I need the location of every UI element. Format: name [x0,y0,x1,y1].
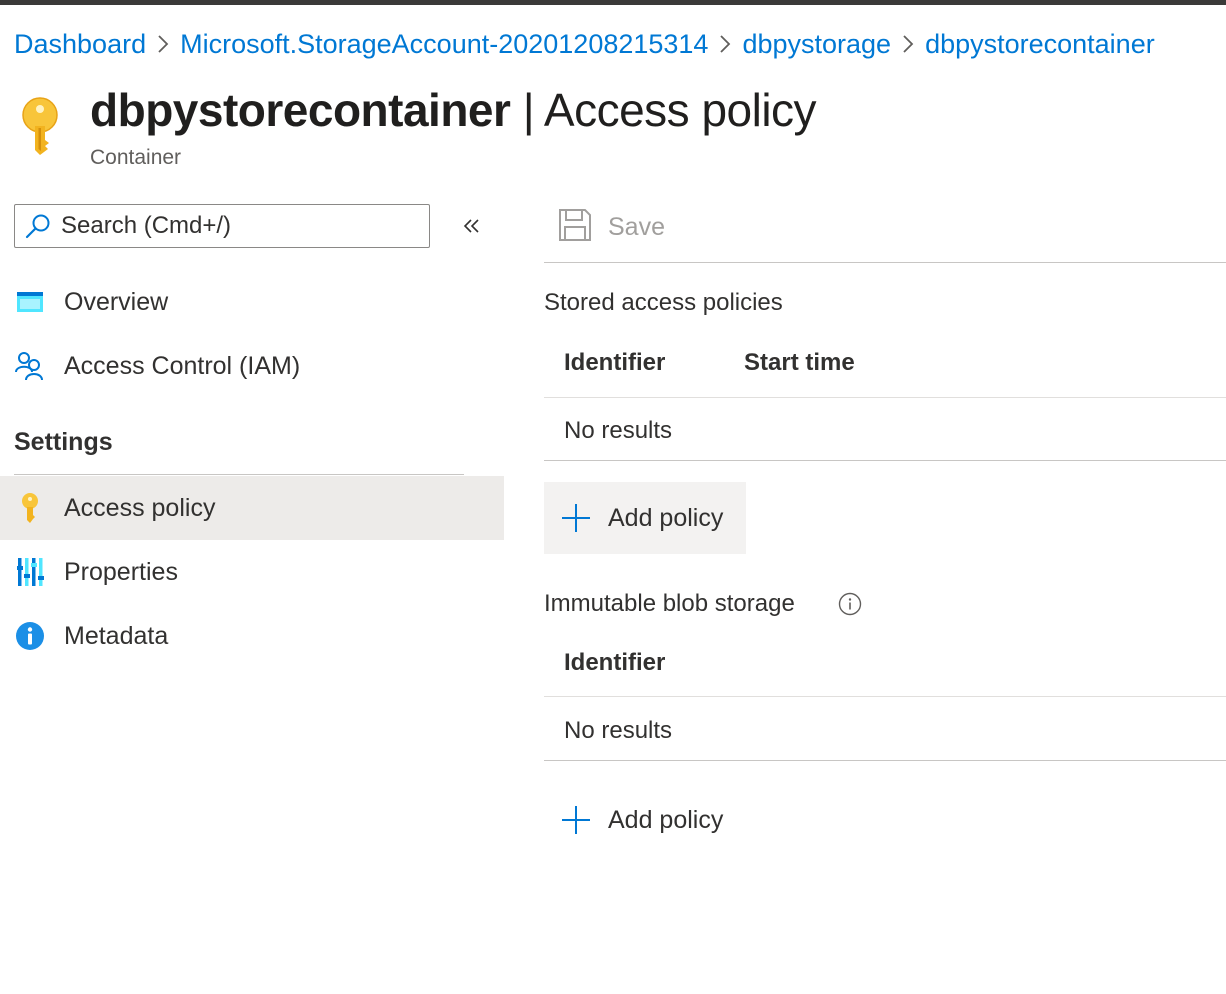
divider [14,474,464,475]
empty-results-text: No results [564,717,673,744]
sidebar-item-label: Access Control (IAM) [64,351,301,380]
stored-access-policies-title: Stored access policies [544,289,783,316]
sidebar-section-settings: Settings [14,428,113,456]
divider [544,460,1226,461]
divider [544,262,1226,263]
page-title-separator: | [510,84,544,136]
people-icon [14,350,46,382]
sidebar-item-label: Access policy [64,493,216,522]
search-box[interactable] [14,204,430,248]
chevron-right-icon [146,27,180,61]
column-header-identifier[interactable]: Identifier [564,349,665,377]
double-chevron-left-icon [462,216,482,241]
plus-icon [560,502,592,534]
divider [544,760,1226,761]
column-header-identifier[interactable]: Identifier [564,649,665,677]
plus-icon [560,804,592,836]
page-title-resource: dbpystorecontainer [90,84,511,136]
key-icon [20,96,60,156]
info-icon[interactable] [838,592,862,616]
save-button[interactable]: Save [558,207,665,247]
key-icon [14,492,46,524]
sidebar-item-label: Metadata [64,621,169,650]
breadcrumb: Dashboard Microsoft.StorageAccount-20201… [14,27,1155,61]
top-border [0,0,1226,5]
breadcrumb-storage-account[interactable]: dbpystorage [742,29,891,60]
add-stored-policy-button[interactable]: Add policy [544,482,746,554]
sidebar-item-label: Overview [64,287,169,316]
info-icon [14,620,46,652]
properties-icon [14,556,46,588]
page-title-blade: Access policy [543,84,817,136]
column-header-start-time[interactable]: Start time [744,349,855,377]
save-label: Save [608,212,665,241]
chevron-right-icon [708,27,742,61]
breadcrumb-storage-account-deployment[interactable]: Microsoft.StorageAccount-20201208215314 [180,29,708,60]
search-input[interactable] [61,212,401,240]
breadcrumb-container[interactable]: dbpystorecontainer [925,29,1155,60]
add-policy-label: Add policy [608,805,724,834]
search-icon [25,213,51,239]
save-icon [558,208,592,247]
chevron-right-icon [891,27,925,61]
sidebar-item-properties[interactable]: Properties [0,540,504,604]
breadcrumb-dashboard[interactable]: Dashboard [14,29,146,60]
add-policy-label: Add policy [608,503,724,532]
sidebar-item-access-control[interactable]: Access Control (IAM) [0,334,504,398]
sidebar-item-overview[interactable]: Overview [0,270,504,334]
page-subtitle: Container [90,146,182,169]
sidebar-item-label: Properties [64,557,178,586]
immutable-blob-storage-title: Immutable blob storage [544,590,795,617]
add-immutable-policy-button[interactable]: Add policy [544,784,746,856]
page-title: dbpystorecontainer | Access policy [90,80,817,140]
divider [544,397,1226,398]
divider [544,696,1226,697]
empty-results-text: No results [564,417,673,444]
sidebar-item-metadata[interactable]: Metadata [0,604,504,668]
overview-icon [14,286,46,318]
sidebar-item-access-policy[interactable]: Access policy [0,476,504,540]
collapse-sidebar-button[interactable] [456,212,488,244]
